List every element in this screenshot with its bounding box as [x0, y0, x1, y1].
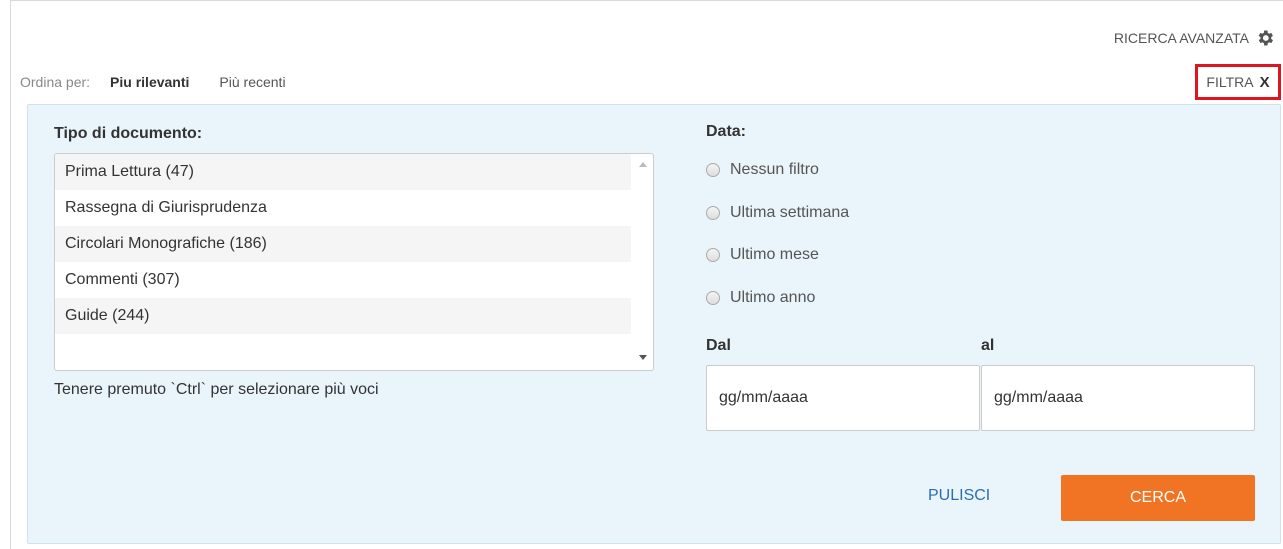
date-to-input[interactable]: gg/mm/aaaa	[981, 365, 1255, 431]
list-item[interactable]: Guide (244)	[55, 298, 631, 334]
radio-label: Ultimo mese	[730, 246, 819, 263]
radio-button[interactable]	[706, 291, 720, 305]
clear-button[interactable]: PULISCI	[928, 487, 990, 505]
multiselect-hint: Tenere premuto `Ctrl` per selezionare pi…	[54, 381, 379, 398]
date-option-week[interactable]: Ultima settimana	[706, 204, 849, 222]
scroll-up-arrow-icon[interactable]	[639, 162, 647, 167]
doc-type-listbox[interactable]: Prima Lettura (47) Rassegna di Giurispru…	[54, 153, 654, 371]
radio-button[interactable]	[706, 248, 720, 262]
date-to-label: al	[981, 337, 995, 354]
filter-panel: Tipo di documento: Prima Lettura (47) Ra…	[27, 104, 1281, 544]
date-from-label: Dal	[706, 337, 731, 354]
close-icon: X	[1259, 73, 1270, 91]
sort-bar: Ordina per: Piu rilevanti Più recenti	[20, 74, 316, 90]
radio-button[interactable]	[706, 206, 720, 220]
advanced-search-label: RICERCA AVANZATA	[1113, 30, 1249, 46]
date-option-month[interactable]: Ultimo mese	[706, 246, 819, 264]
radio-label: Ultima settimana	[730, 204, 850, 221]
radio-label: Ultimo anno	[730, 289, 816, 306]
doc-type-label: Tipo di documento:	[54, 125, 203, 142]
filter-toggle-label: FILTRA	[1206, 74, 1254, 90]
gear-icon	[1258, 30, 1273, 46]
date-label: Data:	[706, 123, 747, 140]
list-item[interactable]: Rassegna di Giurisprudenza	[55, 190, 631, 226]
sort-option-recent[interactable]: Più recenti	[219, 74, 285, 90]
list-item[interactable]: Commenti (307)	[55, 262, 631, 298]
filter-toggle-button[interactable]: FILTRA X	[1195, 64, 1281, 100]
scroll-down-arrow-icon[interactable]	[639, 355, 647, 360]
list-item[interactable]: Prima Lettura (47)	[55, 154, 631, 190]
search-button[interactable]: CERCA	[1061, 475, 1255, 521]
sort-option-relevance[interactable]: Piu rilevanti	[110, 74, 189, 90]
sort-label: Ordina per:	[20, 74, 91, 90]
advanced-search-link[interactable]: RICERCA AVANZATA	[1114, 28, 1275, 48]
radio-button[interactable]	[706, 163, 720, 177]
date-option-none[interactable]: Nessun filtro	[706, 161, 819, 179]
date-option-year[interactable]: Ultimo anno	[706, 289, 815, 307]
date-from-input[interactable]: gg/mm/aaaa	[706, 365, 980, 431]
list-item[interactable]: Circolari Monografiche (186)	[55, 226, 631, 262]
radio-label: Nessun filtro	[730, 161, 819, 178]
